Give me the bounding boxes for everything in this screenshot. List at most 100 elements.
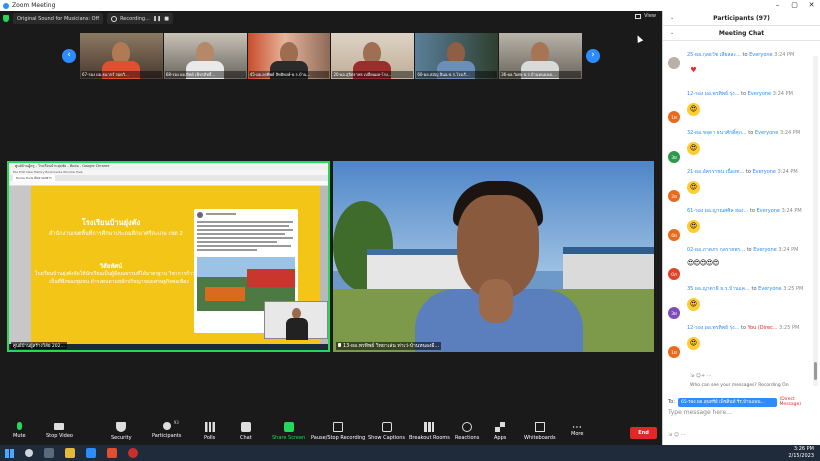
participant-thumbnail[interactable]: 67-รอง ผอ.ธนากร์ รอดวิ... (80, 33, 163, 79)
stop-video-label: Stop Video (46, 433, 73, 439)
original-sound-label: Original Sound for Musicians: Off (17, 15, 100, 22)
minimize-icon[interactable]: – (769, 0, 786, 11)
mic-icon (338, 343, 341, 347)
participant-name: 36-ผอ.วิเศษ ธ.ร.บ้านหนองเด... (500, 71, 581, 78)
participant-thumbnail[interactable]: 68-รอง ผอ.ทิพย์ เพ็ชรสิทธิ์... (163, 33, 247, 79)
collapse-chat-icon[interactable]: ⌄ (670, 30, 674, 36)
record-label: Pause/Stop Recording (311, 435, 366, 441)
participants-header[interactable]: ⌄ Participants (97) (663, 11, 820, 26)
maximize-icon[interactable]: ▢ (786, 0, 803, 11)
whiteboards-button[interactable]: Whiteboards (524, 422, 556, 441)
participant-thumbnail[interactable]: 45-ผอ.อรทิพย์ สิทธิพงษ์-ธ.ร.บ้าน... (247, 33, 331, 79)
shared-screen-tile[interactable]: ศูนย์บ้านผู้ครู - โรงเรียนบ้านยุ่มชัย - … (7, 161, 330, 352)
message-visibility-notice[interactable]: Who can see your messages? Recording On (690, 383, 789, 388)
message-sender[interactable]: 12-รอง ผอ.พรทิพย์ รุ่ง... (687, 325, 739, 331)
polls-label: Polls (204, 435, 216, 441)
recipient-bar: To: 65-รอง ผอ.สุนทรีย์ เพ็ชสินท์ รีร.บ้า… (668, 397, 816, 407)
message-to: to (751, 286, 757, 292)
whiteboards-label: Whiteboards (524, 435, 556, 441)
clock-date: 2/15/2023 (788, 453, 814, 459)
app-taskbar-icon[interactable] (107, 448, 117, 458)
stop-recording-icon[interactable]: ■ (164, 16, 169, 22)
reactions-label: Reactions (455, 435, 480, 441)
collapse-participants-icon[interactable]: ⌄ (670, 15, 674, 21)
participant-thumbnail[interactable]: 20-ผอ.สุจิตราพร เปลี่ยนผล-โรง... (331, 33, 415, 79)
participants-label: Participants (152, 433, 182, 439)
participant-thumbnail[interactable]: 60-ผอ.สมัญ สินน-ธ.ร.โรงเรี... (415, 33, 499, 79)
active-speaker-tile[interactable]: 13-ผอ.พรทิพย์ วิทยาเล่น ท่าเว่-บ้านหนองอ… (333, 161, 654, 352)
chat-message-list: 25-ผอ.กุลธวัช เสียสละ... to Everyone 3:2… (662, 47, 812, 372)
next-page-icon[interactable]: › (586, 49, 600, 63)
system-clock[interactable]: 3:26 PM 2/15/2023 (788, 446, 814, 460)
message-sender[interactable]: 25-ผอ.กุลธวัช เสียสละ... (687, 52, 741, 58)
app-taskbar-icon[interactable] (128, 448, 138, 458)
record-button[interactable]: Pause/Stop Recording (311, 422, 365, 441)
message-reaction-bar[interactable]: ⇲ ☺+ ··· (690, 373, 712, 379)
message-sender[interactable]: 12-รอง ผอ.พรทิพย์ รุ่ง... (687, 91, 739, 97)
message-header: 12-รอง ผอ.พรทิพย์ รุ่ง... to Everyone 3:… (687, 90, 793, 98)
meeting-top-bar: Original Sound for Musicians: Off Record… (0, 11, 662, 26)
post-text-line (206, 213, 236, 215)
captions-button[interactable]: Show Captions (368, 422, 405, 441)
recording-label: Recording... (120, 15, 150, 22)
participant-name: 68-รอง ผอ.ทิพย์ เพ็ชรสิทธิ์... (164, 71, 246, 78)
chat-header[interactable]: ⌄ Meeting Chat (663, 26, 820, 41)
message-content: 😍 (687, 296, 701, 311)
camera-icon (54, 423, 65, 430)
recipient-select[interactable]: 65-รอง ผอ.สุนทรีย์ เพ็ชสินท์ รีร.บ้านแพน… (677, 397, 777, 407)
emoji: 😍 (687, 298, 700, 311)
close-icon[interactable]: ✕ (803, 0, 820, 11)
file-explorer-icon[interactable] (65, 448, 75, 458)
zoom-taskbar-icon[interactable] (86, 448, 96, 458)
post-text-line (197, 221, 293, 223)
participants-button[interactable]: 93 Participants (152, 420, 182, 439)
message-time: 3:24 PM (779, 130, 801, 136)
chat-input-icons[interactable]: ⇲ ☺ ··· (668, 432, 685, 438)
chat-scrollbar[interactable] (813, 56, 818, 386)
more-button[interactable]: More (571, 422, 583, 437)
message-sender[interactable]: 35 ผอ.ญาตาธิ ธ.ร.บ้านแค... (687, 286, 750, 292)
chat-button[interactable]: Chat (240, 422, 252, 441)
polls-icon (204, 422, 215, 432)
breakout-label: Breakout Rooms (409, 435, 450, 441)
message-sender[interactable]: 61-รอง ผอ.ญาณศศิล ย่อง... (687, 208, 748, 214)
breakout-rooms-button[interactable]: Breakout Rooms (409, 422, 450, 441)
post-text-line (197, 233, 285, 235)
previous-page-icon[interactable]: ‹ (62, 49, 76, 63)
pause-recording-icon[interactable]: ❚❚ (153, 16, 161, 22)
reactions-button[interactable]: Reactions (455, 422, 479, 441)
original-sound-toggle[interactable]: Original Sound for Musicians: Off (13, 13, 104, 24)
search-icon[interactable] (25, 449, 33, 457)
view-button[interactable]: View (635, 13, 656, 19)
message-sender[interactable]: 02-ผอ.ภาคภร กุลรายพร... (687, 247, 745, 253)
window-controls: – ▢ ✕ (769, 0, 820, 11)
share-screen-button[interactable]: Share Screen (272, 422, 305, 441)
chat-scroll-thumb[interactable] (814, 362, 817, 380)
apps-button[interactable]: Apps (494, 422, 506, 441)
message-time: 3:24 PM (778, 247, 799, 253)
emoji: 😍 (687, 181, 700, 194)
message-sender[interactable]: 21-ผอ.อัครราชน เนื่องท... (687, 169, 744, 175)
stop-video-button[interactable]: Stop Video (46, 422, 73, 439)
message-sender[interactable]: 32-ผอ.ขจุดา ธนาศักดิ์ศุภ... (687, 130, 747, 136)
heart-icon: ♥ (690, 66, 697, 74)
encryption-shield-icon[interactable] (3, 15, 9, 22)
direct-message-label: (Direct Message) (779, 397, 802, 407)
participant-thumbnail[interactable]: 36-ผอ.วิเศษ ธ.ร.บ้านหนองเด... (499, 33, 582, 79)
photo-building (247, 269, 295, 287)
chat-input[interactable]: Type message here... (668, 409, 816, 419)
windows-start-icon[interactable] (5, 448, 14, 458)
zoom-logo-icon (3, 2, 9, 9)
security-button[interactable]: Security (111, 422, 132, 441)
chat-label: Chat (240, 435, 252, 441)
task-view-icon[interactable] (44, 448, 54, 458)
polls-button[interactable]: Polls (204, 422, 215, 441)
mute-button[interactable]: Mute (13, 422, 26, 439)
end-meeting-button[interactable]: End (630, 427, 657, 439)
more-label: More (571, 431, 584, 437)
emoji: 😍 (687, 220, 700, 233)
participant-name: 45-ผอ.อรทิพย์ สิทธิพงษ์-ธ.ร.บ้าน... (248, 71, 330, 78)
recording-indicator[interactable]: Recording... ❚❚ ■ (107, 13, 173, 24)
participant-name: 60-ผอ.สมัญ สินน-ธ.ร.โรงเรี... (416, 71, 498, 78)
mute-label: Mute (13, 433, 26, 439)
